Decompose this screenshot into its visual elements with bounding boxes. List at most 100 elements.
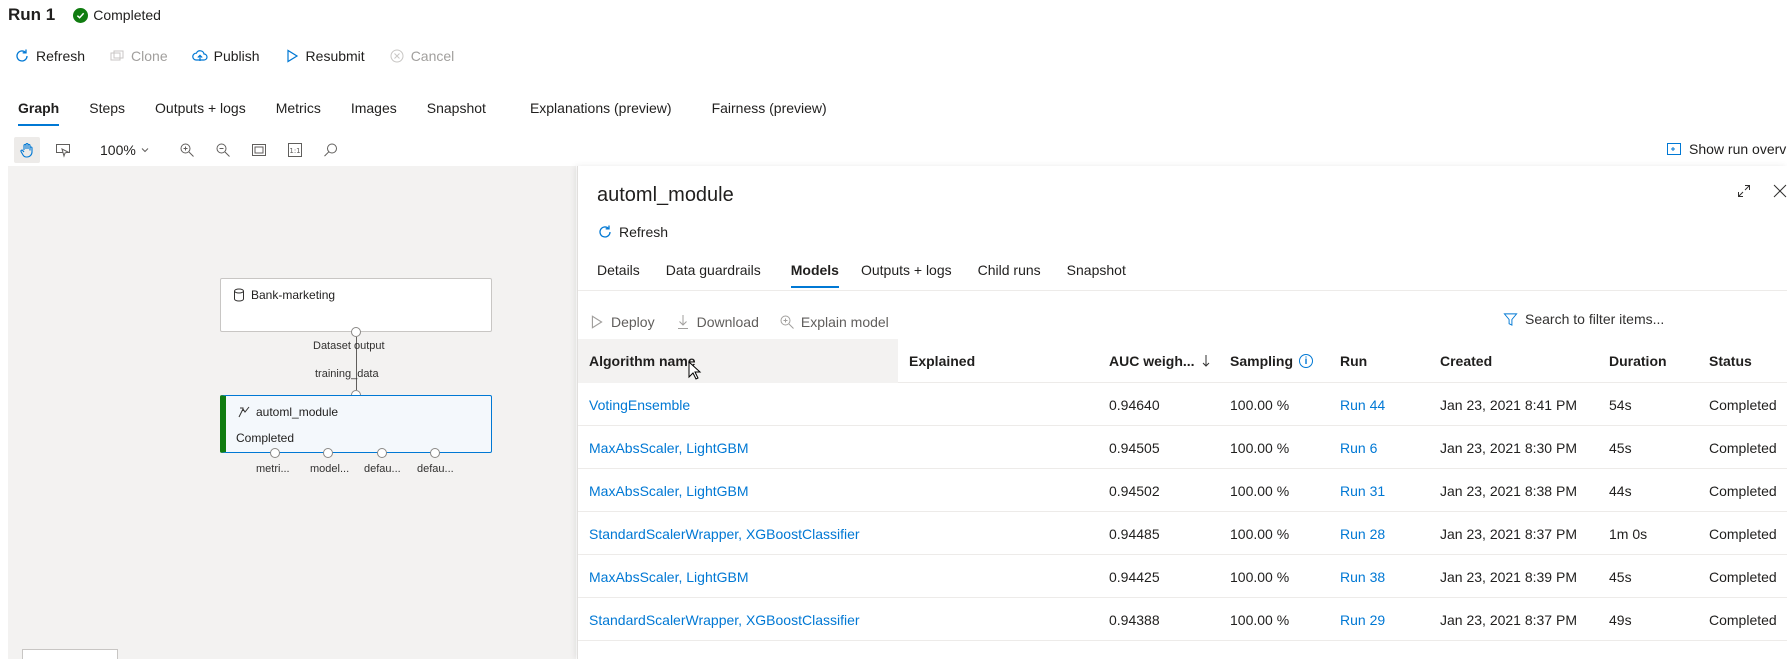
algorithm-link[interactable]: StandardScalerWrapper, XGBoostClassifier — [589, 598, 860, 641]
tab-explanations[interactable]: Explanations (preview) — [530, 100, 672, 126]
close-icon[interactable] — [1773, 184, 1787, 198]
actual-size-icon[interactable]: 1:1 — [282, 137, 308, 163]
chevron-down-icon — [141, 148, 149, 153]
table-row[interactable]: StandardScalerWrapper, XGBoostClassifier… — [578, 598, 1787, 641]
expand-icon[interactable] — [1737, 184, 1751, 198]
run-link[interactable]: Run 44 — [1340, 383, 1385, 426]
tab-images[interactable]: Images — [351, 100, 397, 126]
refresh-button[interactable]: Refresh — [14, 48, 85, 64]
column-header-run[interactable]: Run — [1340, 339, 1367, 383]
table-row[interactable]: MaxAbsScaler, LightGBM 0.94505 100.00 % … — [578, 426, 1787, 469]
run-link[interactable]: Run 28 — [1340, 512, 1385, 555]
zoom-dropdown[interactable]: 100% — [100, 142, 150, 158]
output-port[interactable] — [270, 448, 280, 458]
publish-button[interactable]: Publish — [191, 48, 260, 64]
tab-fairness[interactable]: Fairness (preview) — [712, 100, 827, 126]
column-header-duration[interactable]: Duration — [1609, 339, 1667, 383]
show-run-overview-button[interactable]: Show run overv — [1667, 141, 1786, 157]
play-icon — [286, 49, 298, 63]
module-status: Completed — [236, 431, 295, 445]
tab-details[interactable]: Details — [597, 262, 640, 288]
tab-steps[interactable]: Steps — [89, 100, 125, 126]
zoom-out-icon[interactable] — [210, 137, 236, 163]
column-header-sampling[interactable]: Sampling i — [1230, 339, 1314, 383]
auc-cell: 0.94388 — [1109, 611, 1160, 628]
run-link[interactable]: Run 29 — [1340, 598, 1385, 641]
duration-cell: 45s — [1609, 439, 1632, 456]
table-row[interactable]: MaxAbsScaler, LightGBM 0.94502 100.00 % … — [578, 469, 1787, 512]
step-details-panel: automl_module Refresh Details Data guard… — [577, 166, 1787, 659]
column-header-created[interactable]: Created — [1440, 339, 1492, 383]
tab-child-runs[interactable]: Child runs — [978, 262, 1041, 288]
output-port-label: defau... — [364, 463, 401, 475]
duration-cell: 49s — [1609, 611, 1632, 628]
pan-hand-icon[interactable] — [14, 137, 40, 163]
graph-canvas[interactable]: Bank-marketing Dataset output training_d… — [8, 166, 576, 659]
output-port[interactable] — [430, 448, 440, 458]
auc-cell: 0.94640 — [1109, 396, 1160, 413]
run-link[interactable]: Run 31 — [1340, 469, 1385, 512]
panel-refresh-button[interactable]: Refresh — [597, 224, 668, 240]
magnifier-icon — [780, 315, 794, 329]
algorithm-link[interactable]: MaxAbsScaler, LightGBM — [589, 555, 749, 598]
column-header-status[interactable]: Status — [1709, 339, 1752, 383]
clone-button[interactable]: Clone — [109, 48, 168, 64]
tab-graph[interactable]: Graph — [18, 100, 60, 126]
status-cell: Completed — [1709, 482, 1777, 499]
tab-metrics[interactable]: Metrics — [276, 100, 321, 126]
created-cell: Jan 23, 2021 8:30 PM — [1440, 439, 1577, 456]
play-icon — [591, 315, 603, 329]
run-header: Run 1 Completed — [8, 4, 161, 26]
algorithm-link[interactable]: VotingEnsemble — [589, 383, 690, 426]
table-row[interactable]: StandardScalerWrapper, XGBoostClassifier… — [578, 512, 1787, 555]
refresh-icon — [599, 225, 611, 238]
tab-models[interactable]: Models — [790, 262, 840, 288]
refresh-icon — [16, 49, 28, 62]
table-row[interactable]: MaxAbsScaler, LightGBM 0.94425 100.00 % … — [578, 555, 1787, 598]
check-circle-icon — [73, 7, 89, 23]
run-status-badge: Completed — [73, 7, 161, 23]
output-port[interactable] — [323, 448, 333, 458]
automl-module-node[interactable]: automl_module Completed — [220, 395, 492, 453]
explain-model-button[interactable]: Explain model — [779, 314, 889, 330]
tab-outputs-logs[interactable]: Outputs + logs — [155, 100, 246, 126]
status-cell: Completed — [1709, 568, 1777, 585]
tab-snapshot[interactable]: Snapshot — [427, 100, 486, 126]
search-graph-icon[interactable] — [318, 137, 344, 163]
dataset-output-port[interactable] — [351, 327, 361, 337]
column-header-auc[interactable]: AUC weigh... — [1109, 339, 1211, 383]
filter-search-box[interactable]: Search to filter items... — [1503, 311, 1664, 327]
minimap-navigator[interactable] — [22, 649, 118, 659]
resubmit-button[interactable]: Resubmit — [284, 48, 365, 64]
run-title: Run 1 — [8, 5, 56, 24]
created-cell: Jan 23, 2021 8:37 PM — [1440, 611, 1577, 628]
algorithm-link[interactable]: MaxAbsScaler, LightGBM — [589, 426, 749, 469]
created-cell: Jan 23, 2021 8:37 PM — [1440, 525, 1577, 542]
run-link[interactable]: Run 6 — [1340, 426, 1377, 469]
deploy-button[interactable]: Deploy — [589, 314, 655, 330]
tab-data-guardrails[interactable]: Data guardrails — [666, 262, 761, 288]
download-button[interactable]: Download — [675, 314, 759, 330]
cancel-button[interactable]: Cancel — [389, 48, 454, 64]
algorithm-link[interactable]: MaxAbsScaler, LightGBM — [589, 469, 749, 512]
fit-screen-icon[interactable] — [246, 137, 272, 163]
panel-tabs: Details Data guardrails Models Outputs +… — [597, 262, 1152, 288]
column-header-explained[interactable]: Explained — [909, 339, 975, 383]
info-icon[interactable]: i — [1299, 354, 1314, 368]
algorithm-link[interactable]: StandardScalerWrapper, XGBoostClassifier — [589, 512, 860, 555]
dataset-node[interactable]: Bank-marketing — [220, 278, 492, 332]
select-pointer-icon[interactable] — [50, 137, 76, 163]
table-row[interactable]: VotingEnsemble 0.94640 100.00 % Run 44 J… — [578, 383, 1787, 426]
column-header-algorithm[interactable]: Algorithm name — [578, 339, 898, 383]
tab-snapshot[interactable]: Snapshot — [1067, 262, 1126, 288]
tab-outputs-logs[interactable]: Outputs + logs — [861, 262, 952, 288]
run-link[interactable]: Run 38 — [1340, 555, 1385, 598]
status-cell: Completed — [1709, 439, 1777, 456]
table-header: Algorithm name Explained AUC weigh... Sa… — [578, 339, 1787, 383]
auc-cell: 0.94485 — [1109, 525, 1160, 542]
mouse-cursor-icon — [688, 361, 702, 380]
output-port[interactable] — [377, 448, 387, 458]
zoom-in-icon[interactable] — [174, 137, 200, 163]
status-cell: Completed — [1709, 525, 1777, 542]
sort-descending-icon — [1202, 355, 1209, 367]
